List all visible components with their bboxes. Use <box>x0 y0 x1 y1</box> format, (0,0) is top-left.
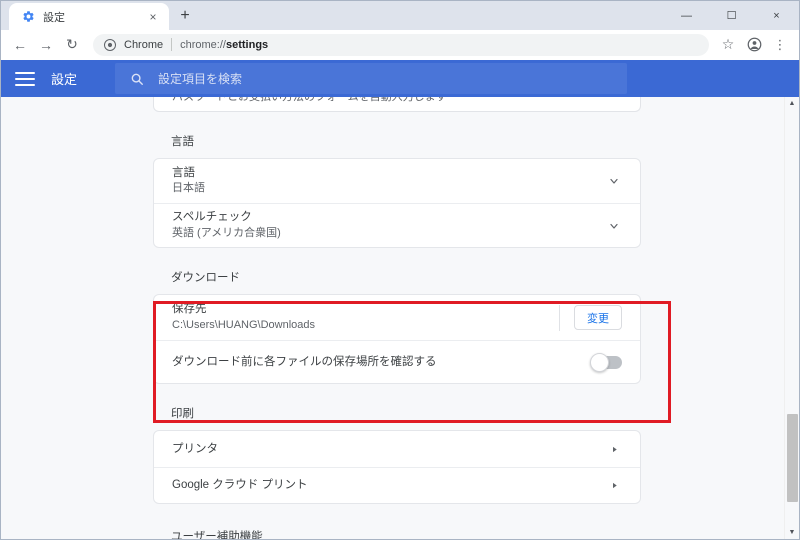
window-controls: — ☐ × <box>664 1 799 30</box>
settings-content-area: パスワードとお支払い方法のフォームを自動入力します 言語 言語 日本語 スペルチ… <box>1 97 799 539</box>
minimize-icon[interactable]: — <box>664 1 709 30</box>
close-window-icon[interactable]: × <box>754 1 799 30</box>
scroll-down-arrow[interactable]: ▼ <box>785 526 799 539</box>
printing-card: プリンタ Google クラウド プリント <box>153 430 641 504</box>
back-icon[interactable]: ← <box>7 32 33 58</box>
omnibox-divider <box>171 38 173 51</box>
browser-window: 設定 × + — ☐ × ← → ↻ Chrome chrome://setti… <box>0 0 800 540</box>
row-printers[interactable]: プリンタ <box>154 431 640 467</box>
profile-icon[interactable] <box>741 32 767 58</box>
menu-icon[interactable] <box>15 71 35 86</box>
row-main: ダウンロード前に各ファイルの保存場所を確認する <box>172 354 592 371</box>
divider <box>559 304 560 331</box>
scrollbar-thumb[interactable] <box>787 414 798 502</box>
row-download-location[interactable]: 保存先 C:\Users\HUANG\Downloads 変更 <box>154 295 640 340</box>
cutoff-row-label: パスワードとお支払い方法のフォームを自動入力します <box>172 97 447 103</box>
row-subtitle: 日本語 <box>172 182 205 195</box>
row-title: プリンタ <box>172 442 218 455</box>
reload-icon[interactable]: ↻ <box>59 32 85 58</box>
row-language[interactable]: 言語 日本語 <box>154 159 640 203</box>
page-title: 設定 <box>51 72 78 87</box>
omnibox-url-prefix: chrome:// <box>180 38 226 51</box>
scroll-up-arrow[interactable]: ▲ <box>785 97 799 110</box>
bookmark-star-icon[interactable]: ☆ <box>715 32 741 58</box>
row-main: スペルチェック 英語 (アメリカ合衆国) <box>172 209 606 242</box>
section-title-accessibility: ユーザー補助機能 <box>171 531 263 539</box>
row-main: 言語 日本語 <box>172 165 606 198</box>
search-input[interactable]: 設定項目を検索 <box>115 63 628 94</box>
omnibox-url-path: settings <box>225 38 269 51</box>
tab-title: 設定 <box>43 11 65 24</box>
row-title: スペルチェック <box>172 211 252 224</box>
language-card: 言語 日本語 スペルチェック 英語 (アメリカ合衆国) <box>153 158 641 248</box>
chevron-right-icon[interactable] <box>606 441 622 457</box>
chrome-logo-icon <box>103 38 116 51</box>
gear-icon <box>21 10 35 24</box>
row-title: 言語 <box>172 166 195 179</box>
omnibox-url: chrome://settings <box>180 39 268 51</box>
vertical-scrollbar[interactable]: ▲ ▼ <box>784 97 799 539</box>
browser-tab-settings[interactable]: 設定 × <box>9 3 169 30</box>
chevron-down-icon[interactable] <box>606 173 622 189</box>
close-icon[interactable]: × <box>145 9 161 25</box>
search-placeholder: 設定項目を検索 <box>158 72 243 86</box>
ask-where-to-save-toggle[interactable] <box>590 352 622 372</box>
row-subtitle: 英語 (アメリカ合衆国) <box>172 226 281 239</box>
chevron-right-icon[interactable] <box>606 478 622 494</box>
row-main: Google クラウド プリント <box>172 477 606 494</box>
downloads-card: 保存先 C:\Users\HUANG\Downloads 変更 ダウンロード前に… <box>153 294 641 384</box>
row-main: プリンタ <box>172 441 606 458</box>
settings-header: 設定 設定項目を検索 <box>1 60 799 97</box>
chrome-menu-icon[interactable]: ⋮ <box>767 32 793 58</box>
row-title: 保存先 <box>172 303 207 316</box>
search-icon <box>129 71 144 86</box>
section-title-language: 言語 <box>171 136 194 148</box>
settings-scroll-region: パスワードとお支払い方法のフォームを自動入力します 言語 言語 日本語 スペルチ… <box>1 97 799 539</box>
toggle-knob <box>590 352 609 372</box>
row-google-cloud-print[interactable]: Google クラウド プリント <box>154 467 640 503</box>
settings-column: パスワードとお支払い方法のフォームを自動入力します 言語 言語 日本語 スペルチ… <box>153 97 641 539</box>
section-title-downloads: ダウンロード <box>171 272 240 284</box>
row-title: Google クラウド プリント <box>172 479 308 492</box>
row-subtitle: C:\Users\HUANG\Downloads <box>172 318 316 331</box>
section-title-printing: 印刷 <box>171 408 194 420</box>
forward-icon[interactable]: → <box>33 32 59 58</box>
row-ask-where-to-save[interactable]: ダウンロード前に各ファイルの保存場所を確認する <box>154 340 640 383</box>
row-main: 保存先 C:\Users\HUANG\Downloads <box>172 301 559 334</box>
maximize-icon[interactable]: ☐ <box>709 1 754 30</box>
row-spellcheck[interactable]: スペルチェック 英語 (アメリカ合衆国) <box>154 203 640 247</box>
omnibox-scheme-label: Chrome <box>124 38 164 51</box>
chevron-down-icon[interactable] <box>606 218 622 234</box>
row-title: ダウンロード前に各ファイルの保存場所を確認する <box>172 355 437 368</box>
new-tab-button[interactable]: + <box>171 2 199 30</box>
address-bar[interactable]: Chrome chrome://settings <box>93 33 709 56</box>
autofill-card-cutoff[interactable]: パスワードとお支払い方法のフォームを自動入力します <box>153 97 641 112</box>
change-button[interactable]: 変更 <box>574 305 622 330</box>
tab-strip: 設定 × + — ☐ × <box>1 1 799 30</box>
browser-toolbar: ← → ↻ Chrome chrome://settings ☆ ⋮ <box>1 30 799 60</box>
